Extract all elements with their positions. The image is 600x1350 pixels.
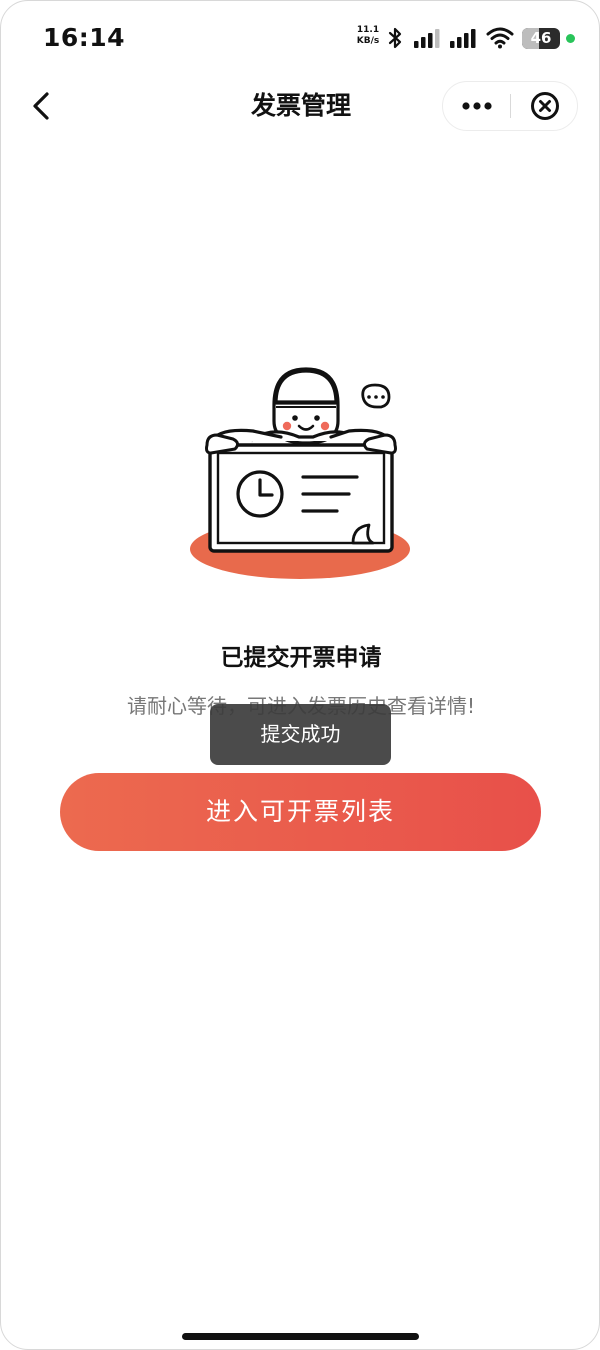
status-bar: 16:14 11.1 KB/s 46 xyxy=(1,1,599,71)
toast-message: 提交成功 xyxy=(210,704,391,765)
back-button[interactable] xyxy=(23,85,59,127)
battery-indicator: 46 xyxy=(522,28,560,49)
home-indicator[interactable] xyxy=(182,1333,419,1340)
bluetooth-icon xyxy=(388,27,402,49)
network-speed-unit: KB/s xyxy=(356,36,380,46)
more-button[interactable] xyxy=(443,82,510,130)
enter-invoiceable-list-button[interactable]: 进入可开票列表 xyxy=(60,773,541,851)
chevron-left-icon xyxy=(33,92,49,120)
status-time: 16:14 xyxy=(43,23,126,52)
more-dots-icon xyxy=(461,102,492,110)
page-title: 发票管理 xyxy=(250,91,351,120)
result-title: 已提交开票申请 xyxy=(220,645,382,671)
wifi-icon xyxy=(486,27,514,49)
close-button[interactable] xyxy=(511,82,578,130)
signal-strength-icon xyxy=(414,29,440,48)
screen: 16:14 11.1 KB/s 46 发票管理 已提交开票申请 提交成功 进入可… xyxy=(0,0,600,1350)
network-speed: 11.1 KB/s xyxy=(353,25,383,47)
network-speed-value: 11.1 xyxy=(356,25,380,35)
signal-strength-icon-2 xyxy=(450,29,476,48)
submitted-invoice-illustration xyxy=(190,367,410,579)
close-circle-icon xyxy=(530,92,559,120)
charging-dot xyxy=(566,34,575,43)
battery-level-text: 46 xyxy=(530,29,552,47)
mini-program-capsule xyxy=(442,81,578,131)
